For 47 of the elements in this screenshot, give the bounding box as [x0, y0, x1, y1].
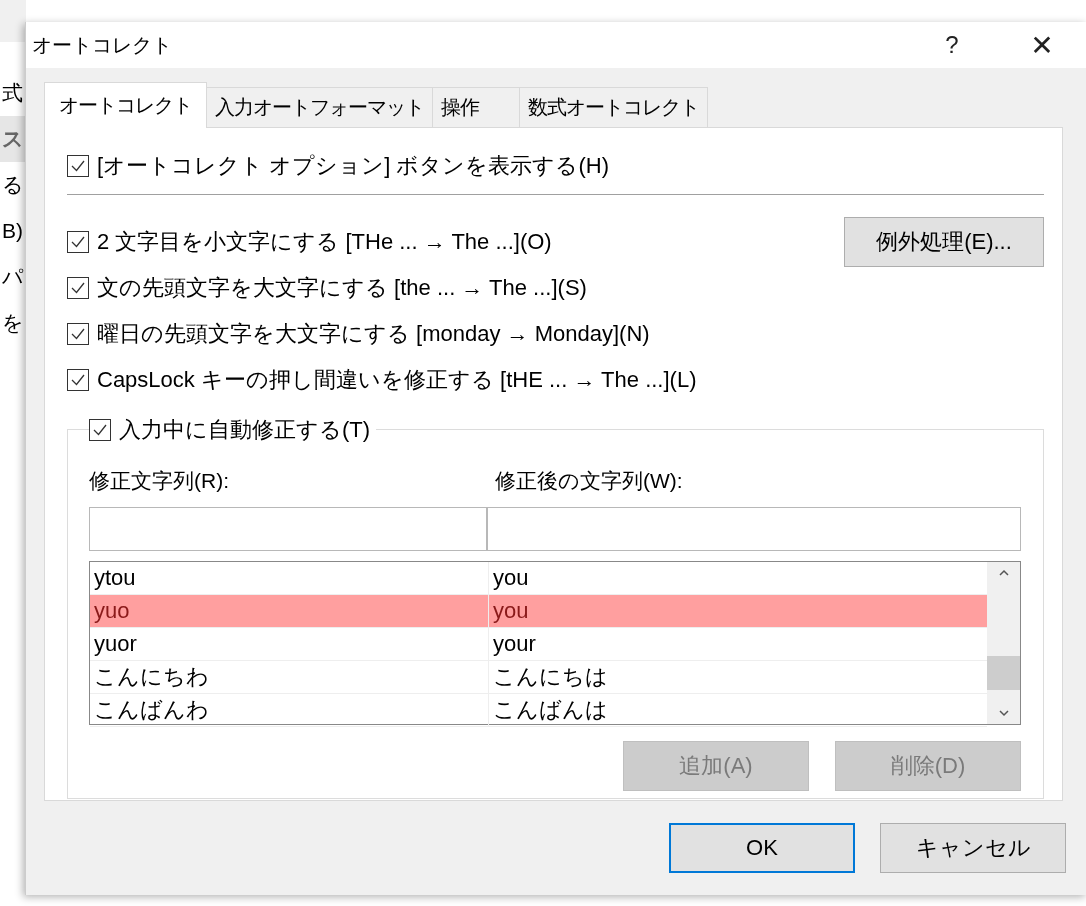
list-cell: こんばんわ	[90, 694, 489, 726]
scrollbar[interactable]	[987, 562, 1020, 724]
option-label: 文の先頭文字を大文字にする [the ... → The ...](S)	[97, 274, 587, 302]
replace-field[interactable]	[89, 507, 487, 551]
option-label: [オートコレクト オプション] ボタンを表示する(H)	[97, 152, 609, 180]
scroll-thumb[interactable]	[987, 656, 1020, 690]
list-row[interactable]: こんにちわ こんにちは	[90, 661, 987, 694]
checked-checkbox[interactable]	[89, 419, 111, 441]
background-text: 式	[1, 80, 24, 106]
highlighted-row[interactable]: yuo you	[90, 595, 987, 628]
background-text: を	[1, 310, 25, 336]
list-cell-text: こんばんは	[492, 696, 608, 724]
close-button[interactable]: ✕	[997, 22, 1086, 68]
background-text: ス	[0, 116, 26, 162]
option-label: 入力中に自動修正する(T)	[119, 416, 371, 444]
checked-checkbox[interactable]	[67, 231, 89, 253]
list-cell-text: your	[492, 631, 536, 657]
list-cell: yuor	[90, 628, 489, 660]
tab[interactable]: オートコレクト	[44, 82, 207, 128]
help-button[interactable]: ?	[907, 22, 997, 68]
list-row[interactable]: yuor your	[90, 628, 987, 661]
list-cell-text: you	[492, 598, 529, 624]
background-text: る	[1, 172, 25, 198]
exceptions-button[interactable]: 例外処理(E)...	[844, 217, 1044, 267]
checked-checkbox[interactable]	[67, 277, 89, 299]
option-label: CapsLock キーの押し間違いを修正する [tHE ... → The ...](L)	[97, 366, 697, 394]
list-cell: こんにちわ	[90, 661, 489, 693]
list-cell: yuo	[90, 595, 489, 627]
cancel-button[interactable]: キャンセル	[880, 823, 1066, 873]
checked-checkbox[interactable]	[67, 323, 89, 345]
scroll-down-icon[interactable]	[996, 708, 1011, 718]
with-field[interactable]	[487, 507, 1021, 551]
list-cell-text: you	[492, 565, 529, 591]
ok-button[interactable]: OK	[669, 823, 855, 873]
background-text: パ	[1, 264, 25, 290]
list-cell: ytou	[90, 562, 489, 594]
list-row[interactable]: こんばんわ こんばんは	[90, 694, 987, 727]
checked-checkbox[interactable]	[67, 369, 89, 391]
window-title: オートコレクト	[32, 32, 173, 58]
option-label: 2 文字目を小文字にする [THe ... → The ...](O)	[97, 228, 552, 256]
background-text: B)	[1, 218, 24, 244]
field-label: 修正文字列(R):	[89, 468, 230, 494]
option-label: 曜日の先頭文字を大文字にする [monday → Monday](N)	[97, 320, 650, 348]
checked-checkbox[interactable]	[67, 155, 89, 177]
field-label: 修正後の文字列(W):	[495, 468, 684, 494]
list-cell-text: こんにちは	[492, 663, 608, 691]
tab[interactable]: 数式オートコレクト	[519, 87, 708, 127]
